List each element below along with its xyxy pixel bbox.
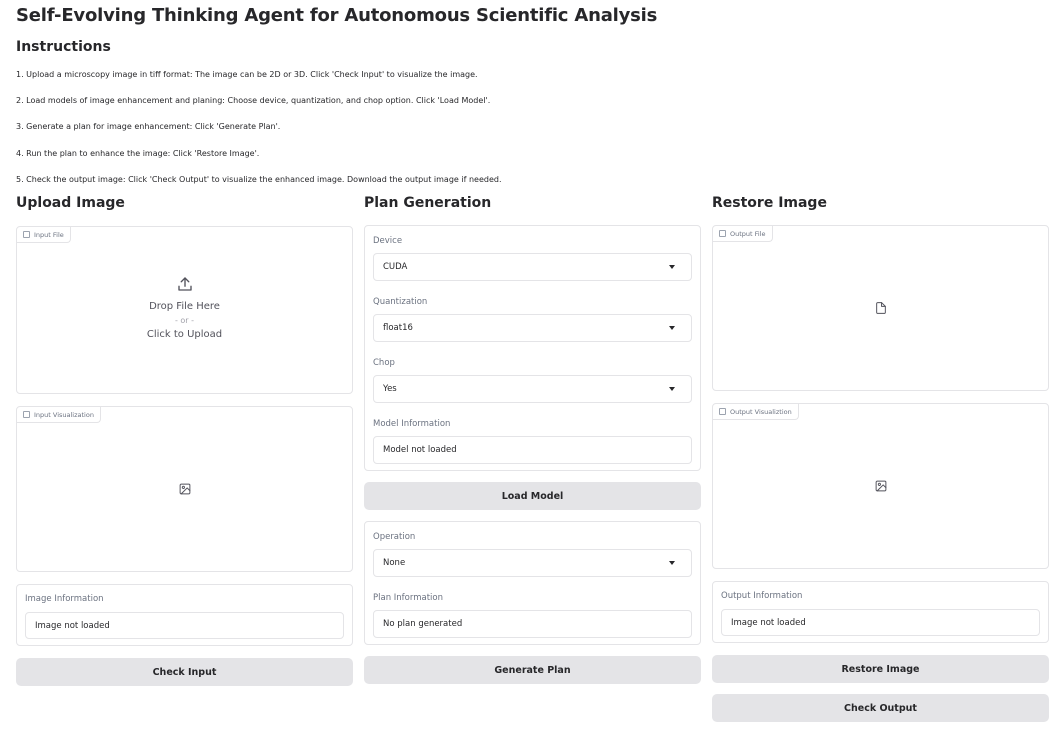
restore-column: Restore Image: [712, 195, 1049, 225]
plan-column: Plan Generation: [364, 195, 701, 225]
output-file-tag: Output File: [713, 226, 773, 242]
plan-information-field[interactable]: No plan generated: [373, 610, 692, 638]
plan-panel: Operation None Plan Information No plan …: [364, 521, 701, 645]
upload-heading: Upload Image: [16, 195, 125, 211]
output-viz-tag: Output Visualiztion: [713, 404, 799, 420]
file-icon: [719, 230, 726, 237]
input-file-label: Input File: [34, 230, 64, 239]
image-icon: [23, 411, 30, 418]
instruction-step: 2. Load models of image enhancement and …: [16, 96, 491, 106]
output-viz-label: Output Visualiztion: [730, 407, 792, 416]
image-icon: [875, 480, 886, 492]
output-file-label: Output File: [730, 229, 766, 238]
output-information-label: Output Information: [721, 591, 803, 601]
chevron-down-icon: [669, 265, 675, 269]
input-viz-tag: Input Visualization: [17, 407, 101, 423]
chevron-down-icon: [669, 387, 675, 391]
operation-label: Operation: [373, 532, 416, 542]
file-icon: [23, 231, 30, 238]
device-dropdown[interactable]: CUDA: [373, 253, 692, 281]
input-file-tag: Input File: [17, 227, 71, 243]
quantization-dropdown[interactable]: float16: [373, 314, 692, 342]
drop-area[interactable]: Drop File Here - or - Click to Upload: [17, 275, 352, 340]
plan-information-label: Plan Information: [373, 593, 443, 603]
output-visualization-panel: Output Visualiztion: [712, 403, 1049, 569]
drop-file-text: Drop File Here: [149, 301, 220, 312]
chop-value: Yes: [383, 384, 397, 394]
output-information-field[interactable]: Image not loaded: [721, 609, 1040, 636]
model-information-label: Model Information: [373, 419, 451, 429]
operation-dropdown[interactable]: None: [373, 549, 692, 577]
operation-value: None: [383, 558, 406, 568]
chop-dropdown[interactable]: Yes: [373, 375, 692, 403]
quantization-label: Quantization: [373, 297, 428, 307]
instruction-step: 1. Upload a microscopy image in tiff for…: [16, 70, 478, 79]
file-icon: [875, 302, 886, 314]
model-settings-panel: Device CUDA Quantization float16 Chop Ye…: [364, 225, 701, 471]
chop-label: Chop: [373, 358, 395, 368]
image-information-label: Image Information: [25, 594, 104, 604]
model-information-field[interactable]: Model not loaded: [373, 436, 692, 464]
restore-heading: Restore Image: [712, 195, 827, 211]
image-information-panel: Image Information Image not loaded: [16, 584, 353, 646]
instructions-title: Instructions: [16, 39, 111, 55]
instruction-step: 4. Run the plan to enhance the image: Cl…: [16, 148, 260, 158]
input-visualization-panel: Input Visualization: [16, 406, 353, 572]
image-icon: [719, 408, 726, 415]
image-information-field[interactable]: Image not loaded: [25, 612, 344, 639]
plan-heading: Plan Generation: [364, 195, 492, 211]
input-file-dropzone[interactable]: Input File Drop File Here - or - Click t…: [16, 226, 353, 394]
check-output-button[interactable]: Check Output: [712, 694, 1049, 722]
upload-icon: [177, 277, 192, 291]
quantization-value: float16: [383, 323, 413, 333]
image-icon: [179, 483, 190, 495]
input-viz-label: Input Visualization: [34, 410, 94, 419]
output-file-panel[interactable]: Output File: [712, 225, 1049, 391]
output-information-panel: Output Information Image not loaded: [712, 581, 1049, 643]
restore-image-button[interactable]: Restore Image: [712, 655, 1049, 683]
check-input-button[interactable]: Check Input: [16, 658, 353, 686]
instructions-list: 1. Upload a microscopy image in tiff for…: [16, 70, 502, 201]
chevron-down-icon: [669, 326, 675, 330]
chevron-down-icon: [669, 561, 675, 565]
device-value: CUDA: [383, 262, 408, 272]
generate-plan-button[interactable]: Generate Plan: [364, 656, 701, 684]
click-upload-text: Click to Upload: [146, 329, 223, 340]
device-label: Device: [373, 236, 403, 246]
upload-column: Upload Image: [16, 195, 353, 225]
load-model-button[interactable]: Load Model: [364, 482, 701, 510]
drop-or-text: - or -: [174, 316, 195, 325]
instruction-step: 3. Generate a plan for image enhancement…: [16, 122, 281, 132]
page-title: Self-Evolving Thinking Agent for Autonom…: [16, 5, 658, 26]
